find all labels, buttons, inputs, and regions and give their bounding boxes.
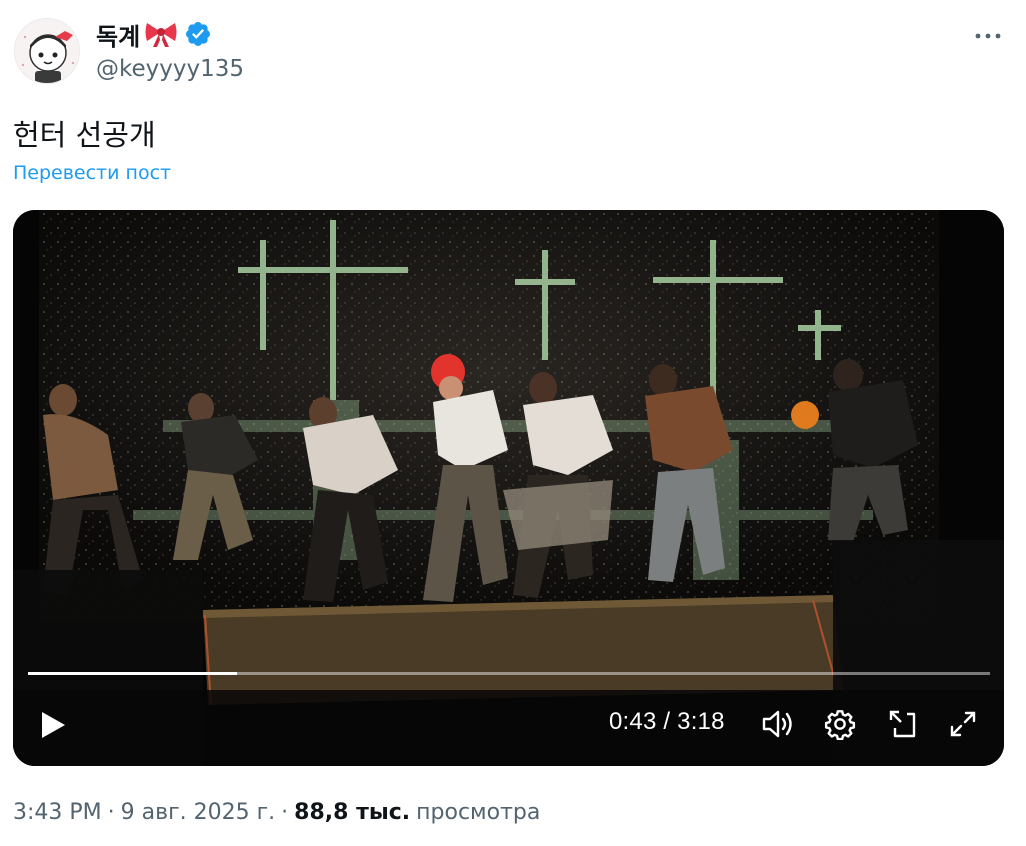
play-button[interactable] (35, 706, 71, 744)
video-frame (13, 210, 1004, 766)
bow-emoji-icon (144, 20, 178, 48)
fullscreen-button[interactable] (943, 704, 983, 744)
settings-button[interactable] (820, 704, 860, 744)
time-separator: / (663, 708, 671, 735)
progress-bar[interactable] (28, 672, 990, 675)
progress-fill (28, 672, 237, 675)
fullscreen-icon (950, 711, 976, 737)
volume-button[interactable] (758, 704, 798, 744)
video-time: 0:43 / 3:18 (609, 708, 725, 736)
post-meta: 3:43 PM · 9 авг. 2025 г. · 88,8 тыс. про… (13, 800, 540, 825)
current-time: 0:43 (609, 708, 657, 735)
post-date[interactable]: 9 авг. 2025 г. (121, 800, 276, 825)
display-name[interactable]: 독계 (96, 17, 140, 52)
cartoon-character-avatar-icon (15, 19, 79, 83)
post-time[interactable]: 3:43 PM (13, 800, 102, 825)
views-label: просмотра (416, 800, 541, 825)
volume-icon (762, 710, 792, 738)
play-icon (42, 712, 65, 738)
translate-post-link[interactable]: Перевести пост (13, 162, 171, 184)
verified-badge-icon[interactable] (184, 20, 212, 48)
meta-separator: · (281, 800, 289, 825)
more-dots-icon (975, 33, 1001, 39)
views-count: 88,8 тыс. (294, 800, 411, 825)
meta-separator: · (107, 800, 115, 825)
pip-icon (889, 710, 916, 738)
author-name-row[interactable]: 독계 (96, 16, 212, 52)
avatar[interactable] (14, 18, 80, 84)
more-options-button[interactable] (970, 18, 1006, 54)
author-handle[interactable]: @keyyyy135 (96, 56, 244, 82)
video-player[interactable]: 0:43 / 3:18 (13, 210, 1004, 766)
picture-in-picture-button[interactable] (883, 704, 923, 744)
settings-icon (824, 710, 856, 740)
post-text: 헌터 선공개 (13, 118, 156, 152)
duration: 3:18 (677, 708, 725, 735)
video-controls: 0:43 / 3:18 (13, 700, 1004, 750)
